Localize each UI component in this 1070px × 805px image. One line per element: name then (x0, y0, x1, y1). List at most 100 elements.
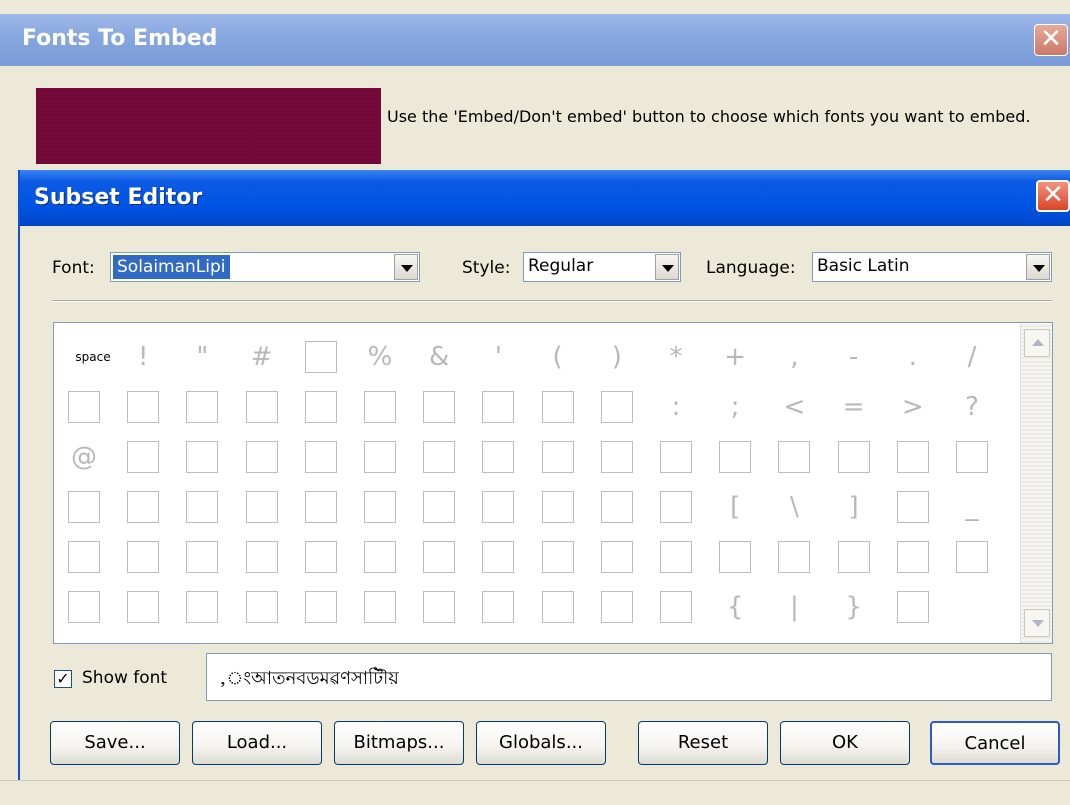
character-cell[interactable] (956, 441, 988, 473)
character-cell[interactable] (364, 491, 396, 523)
character-cell[interactable]: [ (719, 491, 751, 523)
character-cell[interactable] (127, 491, 160, 523)
character-cell[interactable] (778, 541, 811, 573)
globals-button[interactable]: Globals... (476, 721, 606, 765)
character-cell[interactable] (423, 541, 456, 573)
character-cell[interactable]: ? (956, 391, 988, 423)
character-cell[interactable] (245, 591, 278, 623)
character-cell[interactable] (837, 441, 870, 473)
character-cell[interactable]: ! (127, 341, 159, 373)
character-cell[interactable]: . (897, 341, 929, 373)
character-cell[interactable]: \ (778, 491, 810, 523)
character-cell[interactable] (541, 491, 574, 523)
character-cell[interactable]: # (246, 341, 278, 373)
show-font-checkbox[interactable]: ✓ (54, 670, 72, 688)
character-cell[interactable] (364, 441, 396, 473)
bitmaps-button[interactable]: Bitmaps... (334, 721, 464, 765)
character-cell[interactable] (304, 341, 337, 373)
character-cell[interactable] (541, 391, 574, 423)
character-cell[interactable] (245, 541, 278, 573)
character-cell[interactable] (541, 591, 574, 623)
character-cell[interactable] (364, 591, 396, 623)
ok-button[interactable]: OK (780, 721, 910, 765)
character-cell[interactable] (837, 541, 870, 573)
style-dropdown-arrow-icon[interactable] (655, 254, 679, 280)
character-cell[interactable] (127, 391, 160, 423)
character-cell[interactable] (660, 441, 692, 473)
fonts-to-embed-close-button[interactable]: ✕ (1034, 24, 1068, 56)
character-cell[interactable]: + (719, 341, 751, 373)
character-cell[interactable] (482, 541, 515, 573)
character-cell[interactable] (600, 591, 633, 623)
character-cell[interactable] (68, 591, 100, 623)
character-cell[interactable]: , (778, 341, 810, 373)
character-cell[interactable] (719, 441, 752, 473)
character-cell[interactable]: ; (719, 391, 751, 423)
character-cell[interactable] (186, 591, 219, 623)
cancel-button[interactable]: Cancel (930, 721, 1060, 765)
character-cell[interactable]: - (838, 341, 870, 373)
save-button[interactable]: Save... (50, 721, 180, 765)
character-cell[interactable] (186, 541, 219, 573)
character-cell[interactable] (541, 541, 574, 573)
character-cell[interactable] (896, 541, 929, 573)
character-cell[interactable] (186, 491, 219, 523)
grid-scrollbar[interactable] (1020, 323, 1052, 643)
character-cell[interactable]: space (68, 341, 118, 373)
character-cell[interactable] (482, 491, 515, 523)
character-cell[interactable]: @ (68, 441, 100, 473)
character-grid[interactable]: space! " #% & ' () * +, -. /:; < = >? @ [\] _ {|} (53, 322, 1053, 644)
character-cell[interactable]: % (364, 341, 396, 373)
character-cell[interactable]: " (186, 341, 218, 373)
character-cell[interactable] (304, 491, 337, 523)
show-font-preview-field[interactable]: ,ংআতনবডমৱণসাটিৗয় (206, 653, 1052, 701)
character-cell[interactable]: { (719, 591, 751, 623)
character-cell[interactable] (600, 491, 633, 523)
load-button[interactable]: Load... (192, 721, 322, 765)
style-select[interactable]: Regular (523, 252, 681, 282)
character-cell[interactable] (956, 541, 988, 573)
character-cell[interactable] (719, 541, 752, 573)
character-cell[interactable]: : (660, 391, 692, 423)
character-cell[interactable]: ) (601, 341, 633, 373)
character-cell[interactable] (778, 441, 811, 473)
character-cell[interactable] (364, 541, 396, 573)
character-cell[interactable]: > (897, 391, 929, 423)
character-cell[interactable] (127, 441, 160, 473)
character-cell[interactable]: / (956, 341, 988, 373)
character-cell[interactable]: ' (482, 341, 514, 373)
character-cell[interactable] (896, 491, 929, 523)
character-cell[interactable]: < (778, 391, 810, 423)
character-cell[interactable] (660, 541, 692, 573)
character-cell[interactable]: ( (542, 341, 574, 373)
character-cell[interactable] (304, 541, 337, 573)
character-cell[interactable]: } (838, 591, 870, 623)
scroll-up-icon[interactable] (1024, 329, 1050, 357)
character-cell[interactable] (896, 441, 929, 473)
character-cell[interactable] (245, 491, 278, 523)
character-cell[interactable] (304, 391, 337, 423)
character-cell[interactable] (660, 591, 692, 623)
character-cell[interactable] (896, 591, 929, 623)
character-cell[interactable] (127, 541, 160, 573)
character-cell[interactable] (127, 591, 160, 623)
character-cell[interactable] (600, 391, 633, 423)
character-cell[interactable] (600, 541, 633, 573)
character-cell[interactable]: = (838, 391, 870, 423)
character-cell[interactable] (68, 541, 100, 573)
character-cell[interactable] (245, 391, 278, 423)
character-cell[interactable] (482, 391, 515, 423)
character-cell[interactable] (423, 491, 456, 523)
character-cell[interactable] (186, 441, 219, 473)
character-cell[interactable]: * (660, 341, 692, 373)
language-select[interactable]: Basic Latin (812, 252, 1052, 282)
character-cell[interactable] (482, 441, 515, 473)
character-cell[interactable] (186, 391, 219, 423)
character-cell[interactable] (364, 391, 396, 423)
character-cell[interactable] (423, 391, 456, 423)
character-cell[interactable] (304, 441, 337, 473)
character-cell[interactable] (660, 491, 692, 523)
character-cell[interactable] (600, 441, 633, 473)
character-cell[interactable] (541, 441, 574, 473)
character-cell[interactable] (956, 591, 988, 623)
